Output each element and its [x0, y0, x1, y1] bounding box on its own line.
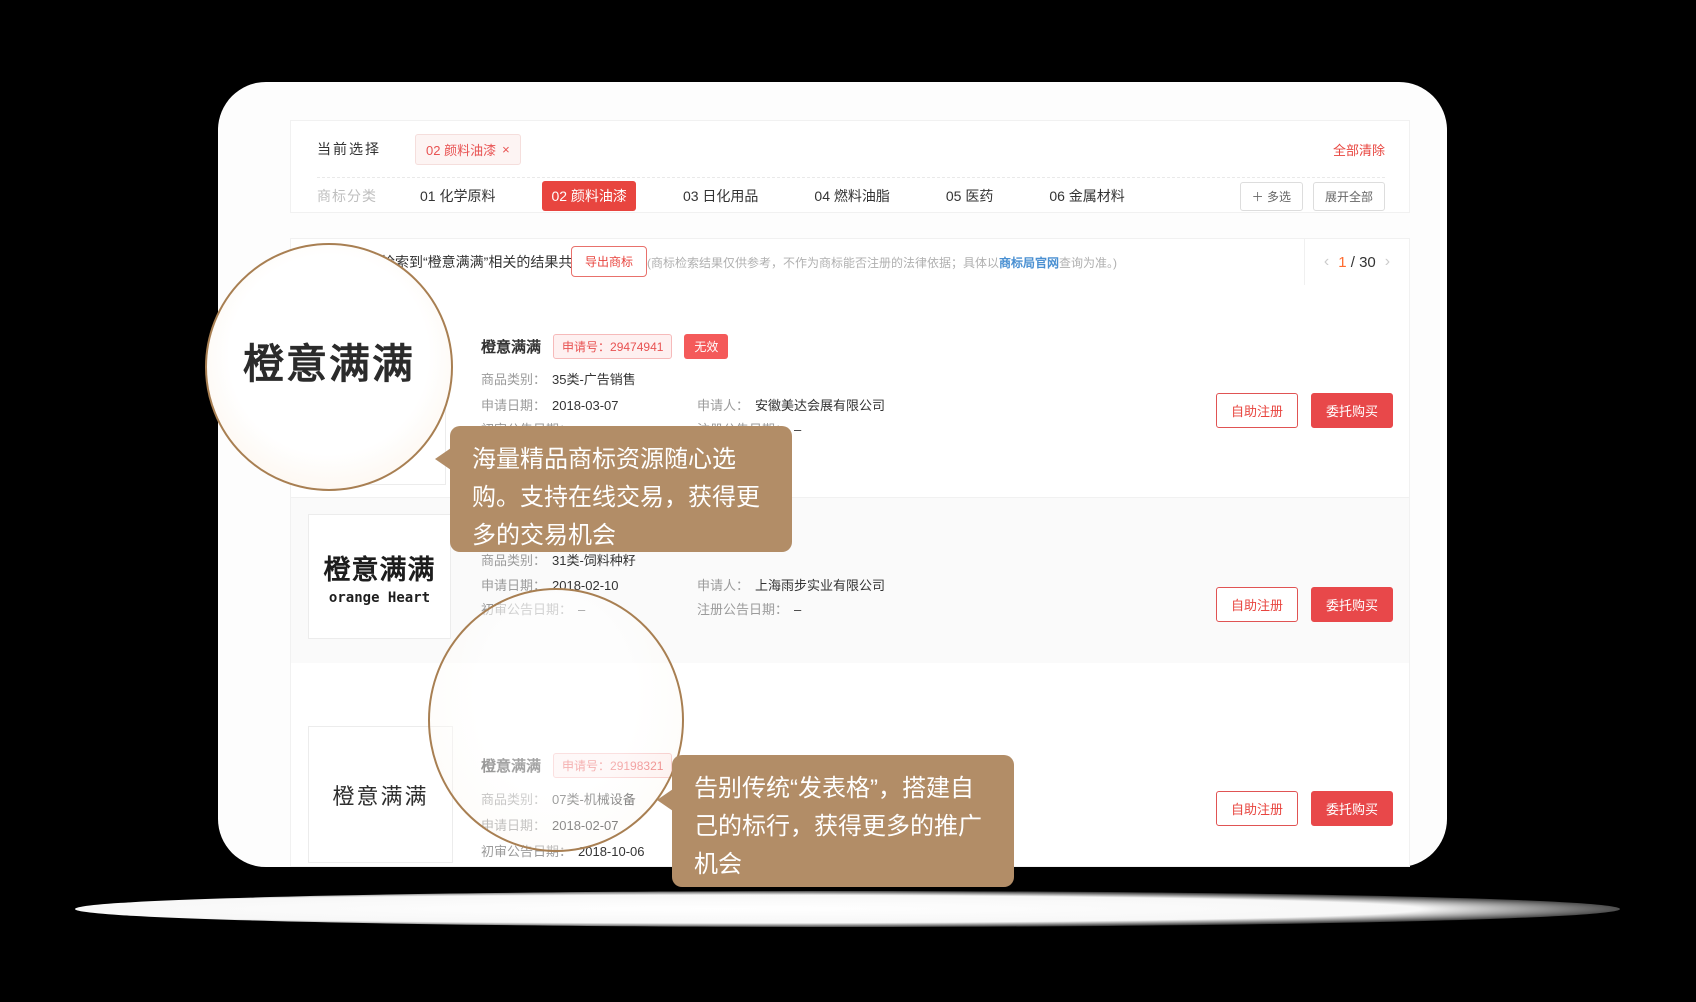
filter-panel: 当前选择 02 颜料油漆 × 全部清除 商标分类 01 化学原料 02 颜料油漆…: [290, 120, 1410, 213]
magnifier-lens-1: 橙意满满: [205, 243, 453, 491]
applicant-label: 申请人：: [697, 398, 749, 413]
page-next-icon[interactable]: ›: [1385, 253, 1390, 271]
expand-all-button[interactable]: 展开全部: [1313, 182, 1385, 211]
category-item-06[interactable]: 06 金属材料: [1040, 181, 1133, 211]
applicant-value: 安徽美达会展有限公司: [755, 398, 885, 413]
category-actions: ＋ 多选 展开全部: [1230, 182, 1385, 211]
trademark-image-3-text: 橙意满满: [332, 779, 428, 811]
commission-buy-button[interactable]: 委托购买: [1311, 393, 1393, 428]
page-total: 30: [1359, 254, 1376, 271]
result-1-applicant: 申请人： 安徽美达会展有限公司: [697, 395, 885, 414]
app-no-label: 申请号：: [562, 340, 610, 354]
page-prev-icon[interactable]: ‹: [1324, 253, 1329, 271]
page-current: 1: [1338, 254, 1346, 271]
tooltip-promotion-text: 告别传统“发表格”，搭建自己的标行，获得更多的推广机会: [694, 775, 982, 878]
tag-close-icon[interactable]: ×: [502, 142, 510, 157]
category-item-03[interactable]: 03 日化用品: [674, 181, 767, 211]
disclaimer-post: 查询为准。): [1059, 256, 1117, 270]
reg-pub-value: –: [794, 602, 801, 617]
reg-pub-label: 注册公告日期：: [697, 602, 788, 617]
tooltip-marketplace-text: 海量精品商标资源随心选购。支持在线交易，获得更多的交易机会: [472, 446, 760, 549]
app-no-value: 29474941: [610, 340, 663, 354]
apply-date-label: 申请日期：: [481, 398, 546, 413]
applicant-label: 申请人：: [697, 578, 749, 593]
result-2-applicant: 申请人： 上海雨步实业有限公司: [697, 575, 885, 594]
result-1-date-line: 申请日期：2018-03-07 申请人：安徽美达会展有限公司: [481, 395, 619, 414]
category-row: 商标分类 01 化学原料 02 颜料油漆 03 日化用品 04 燃料油脂 05 …: [317, 181, 1385, 211]
selected-filter-tag[interactable]: 02 颜料油漆 ×: [415, 134, 521, 165]
export-trademark-button[interactable]: 导出商标: [571, 246, 647, 277]
result-2-regpub: 注册公告日期：–: [697, 599, 801, 618]
application-number-tag: 申请号：29474941: [553, 334, 672, 359]
result-1-actions: 自助注册 委托购买: [1216, 393, 1393, 428]
applicant-value: 上海雨步实业有限公司: [755, 578, 885, 593]
tooltip-arrow-left-icon: [657, 789, 673, 811]
selected-filter-tag-label: 02 颜料油漆: [426, 140, 496, 159]
status-badge: 无效: [684, 334, 728, 359]
commission-buy-button[interactable]: 委托购买: [1311, 791, 1393, 826]
results-header: 为您检索到“橙意满满”相关的结果共28 个 导出商标 (商标检索结果仅供参考，不…: [291, 239, 1409, 286]
clear-all-button[interactable]: 全部清除: [1333, 140, 1385, 159]
result-1-category-line: 商品类别： 35类-广告销售: [481, 369, 636, 388]
tooltip-arrow-left-icon: [435, 448, 451, 470]
result-2-actions: 自助注册 委托购买: [1216, 587, 1393, 622]
category-value: 35类-广告销售: [552, 372, 636, 387]
device-base-shadow: [75, 891, 1620, 927]
category-item-02-selected[interactable]: 02 颜料油漆: [542, 181, 635, 211]
tooltip-promotion: 告别传统“发表格”，搭建自己的标行，获得更多的推广机会: [672, 755, 1014, 887]
current-selection-label: 当前选择: [317, 139, 381, 159]
category-row-label: 商标分类: [317, 186, 377, 206]
commission-buy-button[interactable]: 委托购买: [1311, 587, 1393, 622]
category-label: 商品类别：: [481, 372, 546, 387]
result-3-actions: 自助注册 委托购买: [1216, 791, 1393, 826]
result-1-title-line: 橙意满满 申请号：29474941 无效: [481, 334, 728, 359]
trademark-image-2-text: 橙意满满: [324, 548, 436, 587]
trademark-name[interactable]: 橙意满满: [481, 336, 541, 357]
disclaimer-pre: (商标检索结果仅供参考，不作为商标能否注册的法律依据；具体以: [647, 256, 999, 270]
tooltip-marketplace: 海量精品商标资源随心选购。支持在线交易，获得更多的交易机会: [450, 426, 792, 552]
results-disclaimer: (商标检索结果仅供参考，不作为商标能否注册的法律依据；具体以商标局官网查询为准。…: [647, 254, 1117, 271]
current-selection-row: 当前选择 02 颜料油漆 × 全部清除: [317, 131, 1385, 167]
reg-pub-value: –: [794, 422, 801, 437]
page-sep: /: [1351, 254, 1355, 271]
category-item-01[interactable]: 01 化学原料: [411, 181, 504, 211]
multi-select-button[interactable]: ＋ 多选: [1240, 182, 1303, 211]
filter-divider: [317, 177, 1385, 178]
magnified-trademark-text: 橙意满满: [243, 330, 415, 390]
self-register-button[interactable]: 自助注册: [1216, 587, 1298, 622]
trademark-office-link[interactable]: 商标局官网: [999, 256, 1059, 270]
category-item-04[interactable]: 04 燃料油脂: [805, 181, 898, 211]
trademark-image-2-subtext: orange Heart: [329, 590, 430, 606]
category-item-05[interactable]: 05 医药: [937, 181, 1002, 211]
self-register-button[interactable]: 自助注册: [1216, 791, 1298, 826]
category-label: 商品类别：: [481, 553, 546, 568]
magnifier-lens-2: [428, 588, 684, 852]
self-register-button[interactable]: 自助注册: [1216, 393, 1298, 428]
apply-date-value: 2018-03-07: [552, 398, 619, 413]
screenshot-stage: 当前选择 02 颜料油漆 × 全部清除 商标分类 01 化学原料 02 颜料油漆…: [0, 0, 1696, 1002]
pagination: ‹ 1 / 30 ›: [1304, 239, 1409, 285]
category-value: 31类-饲料种籽: [552, 553, 636, 568]
trademark-image-2: 橙意满满 orange Heart: [308, 514, 451, 639]
